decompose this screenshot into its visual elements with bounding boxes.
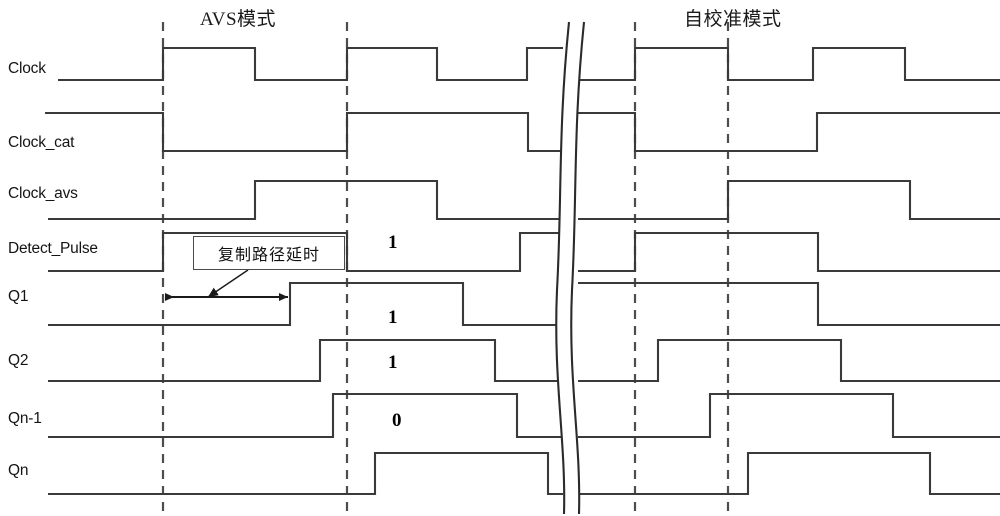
signal-value-q1: 1: [388, 307, 398, 328]
signal-value-qn-1: 0: [392, 410, 402, 431]
time-break-lines: [555, 21, 586, 515]
signal-label-clock: Clock: [8, 60, 46, 77]
mode-label-avs-mode: AVS模式: [200, 9, 277, 30]
waveform-qn-part0: [48, 451, 563, 496]
waveform-clock-part0: [58, 46, 563, 82]
waveform-clock-avs-part0: [48, 179, 563, 221]
delay-measure-arrow: [165, 269, 288, 301]
waveform-detect-pulse-part1: [578, 231, 1000, 273]
waveform-qn-1-part1: [578, 392, 1000, 439]
replica-path-delay-annotation-label: 复制路径延时: [217, 247, 320, 264]
waveform-clock-part1: [578, 46, 1000, 82]
waveform-clock-avs-part1: [578, 179, 1000, 221]
signal-label-detect-pulse: Detect_Pulse: [8, 240, 98, 257]
waveform-q2-part0: [48, 338, 563, 383]
time-break-mask: [556, 22, 584, 514]
timing-diagram-root: AVS模式 自校准模式 Clock Clock_cat Clock_avs Detect…: [0, 0, 1000, 516]
waveform-canvas: [45, 21, 1000, 515]
signal-value-detect-pulse: 1: [388, 232, 398, 253]
mode-label-self-calibration-mode: 自校准模式: [684, 9, 782, 30]
annotation-leader-arrow: [207, 269, 249, 298]
signal-waveforms: [45, 46, 1000, 496]
waveform-q1-part1: [578, 281, 1000, 327]
waveform-clock-cat-part0: [45, 111, 563, 153]
waveform-q1-part0: [48, 281, 563, 327]
signal-label-clock-avs: Clock_avs: [8, 185, 78, 202]
waveform-q2-part1: [578, 338, 1000, 383]
replica-path-delay-annotation-box: 复制路径延时: [193, 236, 345, 270]
signal-value-q2: 1: [388, 352, 398, 373]
waveform-qn-part1: [578, 451, 1000, 496]
waveform-clock-cat-part1: [578, 111, 1000, 153]
signal-label-qn: Qn: [8, 462, 29, 479]
signal-label-clock-cat: Clock_cat: [8, 134, 75, 151]
signal-label-q2: Q2: [8, 352, 29, 369]
signal-label-q1: Q1: [8, 288, 29, 305]
waveform-qn-1-part0: [48, 392, 563, 439]
signal-label-qn-1: Qn-1: [8, 410, 42, 427]
